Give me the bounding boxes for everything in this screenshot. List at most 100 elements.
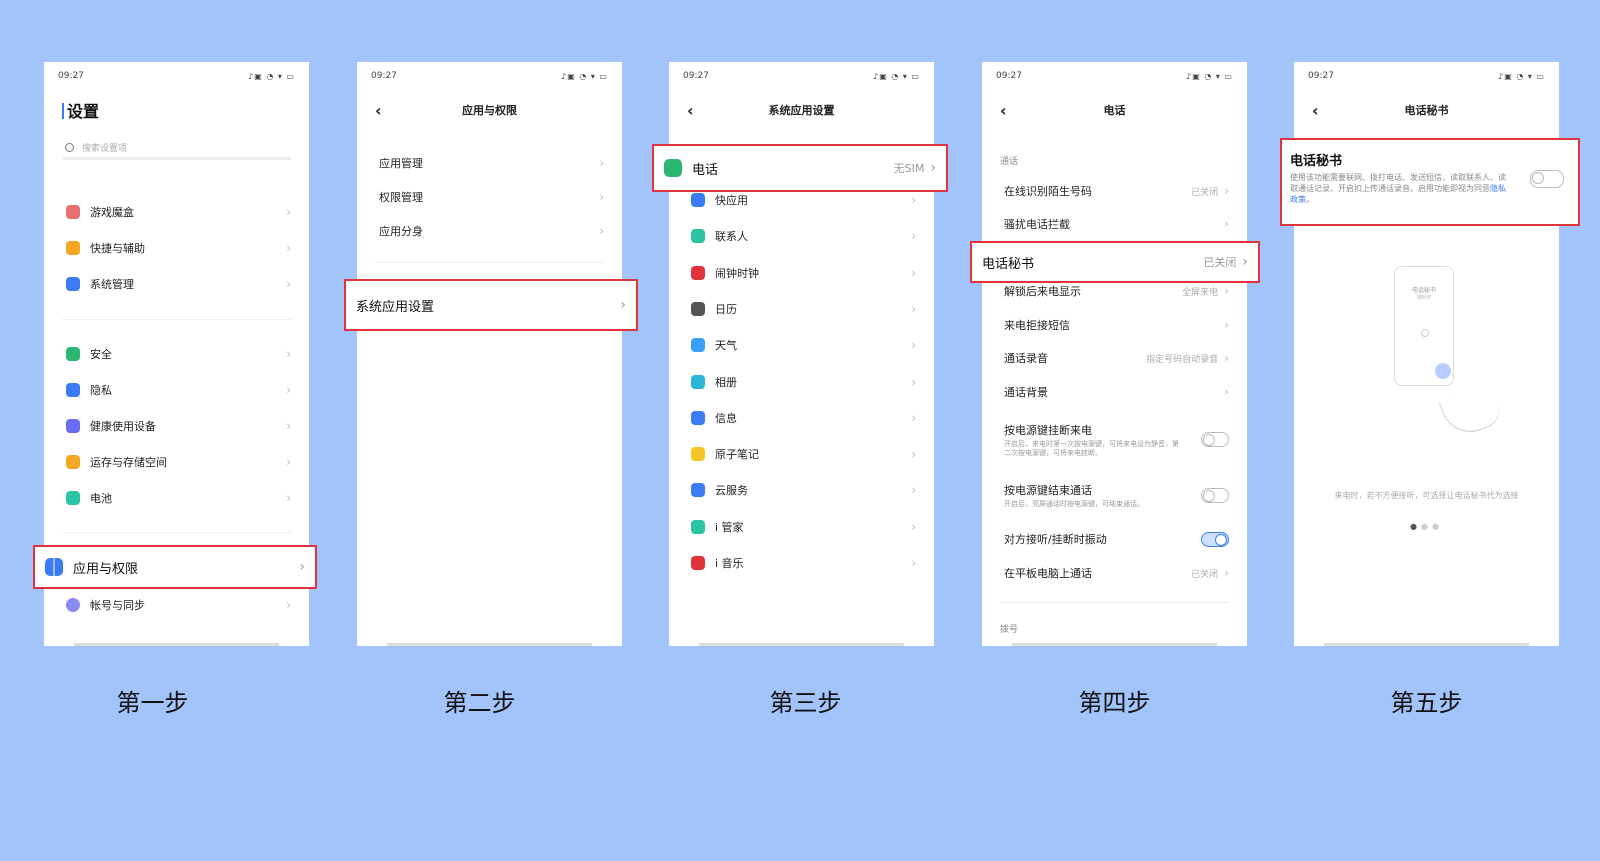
toggle-desc: 开启后，亮屏通话时按电源键，可结束通话。 <box>1004 500 1144 508</box>
chevron-right-icon: › <box>911 374 916 389</box>
item-label: 日历 <box>715 302 737 316</box>
home-indicator <box>387 643 592 646</box>
app-list-item[interactable]: i 管家 › <box>669 510 934 544</box>
chevron-right-icon: › <box>1224 184 1229 198</box>
status-icons: ♪▣ ◔ ▾ ▭ <box>248 71 295 81</box>
status-time: 09:27 <box>58 71 84 81</box>
chevron-right-icon: › <box>911 519 916 534</box>
item-label: 应用与权限 <box>73 561 139 577</box>
illustration-subtext: 接听中 <box>1416 295 1432 301</box>
toggle-label: 按电源键挂断来电 <box>1004 424 1092 437</box>
chevron-right-icon: › <box>911 193 916 207</box>
illustration: 电话秘书 接听中 <box>1394 266 1454 386</box>
chevron-right-icon: › <box>286 419 291 433</box>
toggle-desc: 开启后，来电时第一次按电源键，可将来电设为静音，第二次按电源键，可将来电挂断。 <box>1004 440 1179 457</box>
page-title-text: 设置 <box>67 102 100 121</box>
divider <box>1000 602 1229 603</box>
status-icons: ♪▣ ◔ ▾ ▭ <box>1186 71 1233 81</box>
settings-item[interactable]: 运存与存储空间 › <box>44 445 309 479</box>
settings-item[interactable]: 应用分身 › <box>357 214 622 248</box>
chevron-right-icon: › <box>620 297 626 313</box>
settings-item-tablet-call[interactable]: 在平板电脑上通话 已关闭 › <box>982 556 1247 590</box>
settings-item[interactable]: 安全 › <box>44 337 309 371</box>
page-title: 电话秘书 <box>1404 104 1449 117</box>
item-label: 游戏魔盒 <box>90 206 134 219</box>
settings-item[interactable]: 通话录音 指定号码自动录音 › <box>982 341 1247 375</box>
settings-item[interactable]: 系统管理 › <box>44 267 309 301</box>
settings-item-account-sync[interactable]: 帐号与同步 › <box>44 588 309 622</box>
chevron-right-icon: › <box>1224 384 1229 399</box>
item-label: 来电拒接短信 <box>1004 318 1070 332</box>
chevron-right-icon: › <box>286 205 291 219</box>
chevron-right-icon: › <box>1224 351 1229 365</box>
app-list-item[interactable]: 天气 › <box>669 328 934 362</box>
chevron-right-icon: › <box>930 160 936 176</box>
chevron-right-icon: › <box>1224 566 1229 580</box>
settings-item[interactable]: 骚扰电话拦截 › <box>982 207 1247 241</box>
item-label: i 管家 <box>715 520 744 534</box>
highlight-phone-app[interactable]: 电话 无SIM › <box>652 144 948 192</box>
app-icon <box>691 519 705 534</box>
settings-item[interactable]: 权限管理 › <box>357 180 622 214</box>
chevron-right-icon: › <box>911 410 916 425</box>
toggle-switch[interactable] <box>1530 170 1564 188</box>
back-arrow-icon[interactable]: ‹ <box>687 101 694 120</box>
back-arrow-icon[interactable]: ‹ <box>1312 101 1319 120</box>
chevron-right-icon: › <box>299 559 305 575</box>
app-list-item[interactable]: 日历 › <box>669 292 934 326</box>
toggle-switch[interactable] <box>1201 488 1229 503</box>
status-icons: ♪▣ ◔ ▾ ▭ <box>1498 71 1545 81</box>
item-label: 系统管理 <box>90 278 134 291</box>
app-list-item[interactable]: 闹钟时钟 › <box>669 256 934 290</box>
item-label: 天气 <box>715 339 737 353</box>
title-bar: ‹ 电话秘书 <box>1294 90 1559 130</box>
settings-item[interactable]: 在线识别陌生号码 已关闭 › <box>982 174 1247 208</box>
app-icon <box>66 347 80 361</box>
toggle-row-power-hangup: 按电源键挂断来电 开启后，来电时第一次按电源键，可将来电设为静音，第二次按电源键… <box>982 416 1247 460</box>
status-time: 09:27 <box>1308 71 1334 81</box>
status-icons: ♪▣ ◔ ▾ ▭ <box>561 71 608 81</box>
answer-icon <box>1421 329 1429 337</box>
step-label-2: 第二步 <box>443 689 516 717</box>
status-bar: 09:27 ♪▣ ◔ ▾ ▭ <box>44 62 309 90</box>
settings-item[interactable]: 游戏魔盒 › <box>44 195 309 229</box>
app-icon <box>691 410 705 425</box>
highlight-call-secretary-card: 电话秘书 使用该功能需要联网、拨打电话、发送短信、读取联系人、读取通话记录、开启… <box>1280 138 1580 226</box>
title-bar: ‹ 电话 <box>982 90 1247 130</box>
highlight-apps-permissions[interactable]: 应用与权限 › <box>33 545 317 589</box>
toggle-row-power-end-call: 按电源键结束通话 开启后，亮屏通话时按电源键，可结束通话。 <box>982 476 1247 516</box>
toggle-switch[interactable] <box>1201 531 1229 547</box>
hand-pointer-icon <box>1438 383 1506 441</box>
highlight-system-app-settings[interactable]: 系统应用设置 › <box>344 279 638 331</box>
app-list-item[interactable]: 云服务 › <box>669 473 934 507</box>
settings-item[interactable]: 来电拒接短信 › <box>982 308 1247 342</box>
settings-item[interactable]: 快捷与辅助 › <box>44 231 309 265</box>
item-label: 联系人 <box>715 230 748 244</box>
settings-item[interactable]: 应用管理 › <box>357 146 622 180</box>
app-list-item[interactable]: 信息 › <box>669 401 934 435</box>
app-list-item[interactable]: 相册 › <box>669 365 934 399</box>
highlight-call-secretary[interactable]: 电话秘书 已关闭 › <box>970 241 1260 283</box>
toggle-switch[interactable] <box>1201 432 1229 447</box>
app-icon <box>691 447 705 462</box>
chevron-right-icon: › <box>911 229 916 244</box>
toggle-label: 按电源键结束通话 <box>1004 484 1092 497</box>
settings-item[interactable]: 通话背景 › <box>982 375 1247 409</box>
chevron-right-icon: › <box>599 224 604 238</box>
back-arrow-icon[interactable]: ‹ <box>375 101 382 120</box>
chevron-right-icon: › <box>286 491 291 505</box>
settings-item[interactable]: 健康使用设备 › <box>44 409 309 443</box>
title-accent <box>62 103 64 119</box>
app-list-item[interactable]: 联系人 › <box>669 219 934 253</box>
settings-item[interactable]: 电池 › <box>44 481 309 515</box>
chevron-right-icon: › <box>911 483 916 498</box>
settings-item[interactable]: 隐私 › <box>44 373 309 407</box>
item-label: 云服务 <box>715 484 748 498</box>
app-icon <box>691 374 705 389</box>
app-list-item[interactable]: 原子笔记 › <box>669 437 934 471</box>
item-label: 电池 <box>90 492 112 505</box>
back-arrow-icon[interactable]: ‹ <box>1000 101 1007 120</box>
chevron-right-icon: › <box>286 455 291 469</box>
app-list-item[interactable]: i 音乐 › <box>669 546 934 580</box>
search-input[interactable]: 搜索设置项 <box>62 138 291 160</box>
